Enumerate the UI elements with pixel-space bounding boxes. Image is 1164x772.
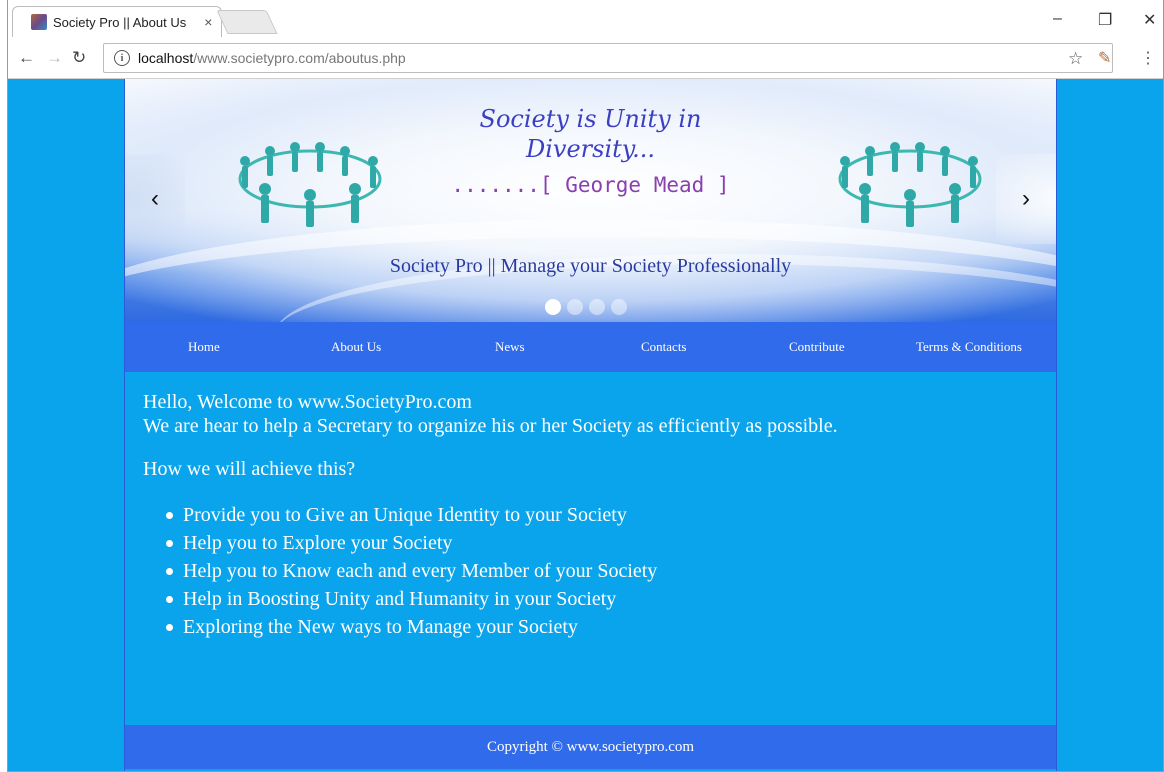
carousel-prev-button[interactable]: ‹ — [125, 154, 185, 244]
list-item: Exploring the New ways to Manage your So… — [163, 613, 657, 641]
copyright-text: Copyright © www.societypro.com — [486, 738, 695, 755]
tab-bar: Society Pro || About Us × – ❐ ✕ — [8, 0, 1163, 37]
address-bar[interactable]: i localhost /www.societypro.com/aboutus.… — [103, 43, 1113, 73]
carousel-dot[interactable] — [545, 299, 561, 315]
quote-line: Society is Unity in — [479, 105, 702, 133]
site-favicon-icon — [31, 14, 47, 30]
list-item: Provide you to Give an Unique Identity t… — [163, 501, 657, 529]
about-content: Hello, Welcome to www.SocietyPro.com We … — [125, 372, 1056, 725]
intro-text: We are hear to help a Secretary to organ… — [143, 415, 838, 437]
reload-icon[interactable]: ↻ — [72, 48, 86, 68]
carousel-next-button[interactable]: › — [996, 154, 1056, 244]
banner-tagline: Society Pro || Manage your Society Profe… — [389, 255, 792, 277]
menu-icon[interactable]: ⋮ — [1140, 48, 1156, 68]
page-footer: Copyright © www.societypro.com — [125, 725, 1056, 769]
nav-contribute[interactable]: Contribute — [789, 339, 845, 355]
carousel-dot[interactable] — [589, 299, 605, 315]
section-heading: How we will achieve this? — [143, 458, 356, 480]
nav-terms[interactable]: Terms & Conditions — [916, 339, 1022, 355]
bookmark-star-icon[interactable]: ☆ — [1068, 49, 1083, 69]
list-item: Help you to Explore your Society — [163, 529, 657, 557]
nav-news[interactable]: News — [495, 339, 525, 355]
people-circle-image — [838, 142, 982, 227]
goals-list: Provide you to Give an Unique Identity t… — [163, 501, 657, 641]
carousel-dot[interactable] — [567, 299, 583, 315]
page-viewport: Society is Unity in Diversity... .......… — [8, 79, 1163, 771]
carousel-dot[interactable] — [611, 299, 627, 315]
url-host: localhost — [138, 50, 194, 66]
nav-about-us[interactable]: About Us — [331, 339, 381, 355]
page-container: Society is Unity in Diversity... .......… — [124, 79, 1057, 771]
extension-icon[interactable]: ✎ — [1098, 48, 1111, 68]
chevron-right-icon: › — [1022, 185, 1030, 212]
main-nav: Home About Us News Contacts Contribute T… — [125, 322, 1056, 372]
minimize-icon[interactable]: – — [1053, 10, 1062, 28]
browser-toolbar: ← → ↻ i localhost /www.societypro.com/ab… — [8, 37, 1163, 79]
chevron-left-icon: ‹ — [151, 185, 159, 212]
list-item: Help in Boosting Unity and Humanity in y… — [163, 585, 657, 613]
welcome-text: Hello, Welcome to www.SocietyPro.com — [143, 391, 472, 413]
back-arrow-icon[interactable]: ← — [18, 48, 35, 68]
nav-contacts[interactable]: Contacts — [641, 339, 687, 355]
info-icon[interactable]: i — [114, 50, 130, 66]
url-path: /www.societypro.com/aboutus.php — [193, 50, 406, 66]
nav-home[interactable]: Home — [188, 339, 220, 355]
tab-title: Society Pro || About Us — [53, 14, 187, 30]
tab-active[interactable]: Society Pro || About Us × — [12, 6, 222, 37]
hero-carousel: Society is Unity in Diversity... .......… — [125, 79, 1056, 322]
carousel-indicators — [545, 299, 627, 315]
list-item: Help you to Know each and every Member o… — [163, 557, 657, 585]
close-window-icon[interactable]: ✕ — [1143, 10, 1156, 30]
tab-close-icon[interactable]: × — [204, 14, 212, 30]
new-tab-button[interactable] — [216, 10, 278, 34]
browser-window: Society Pro || About Us × – ❐ ✕ ← → ↻ i … — [7, 0, 1164, 772]
restore-icon[interactable]: ❐ — [1098, 10, 1112, 30]
forward-arrow-icon[interactable]: → — [46, 48, 63, 68]
